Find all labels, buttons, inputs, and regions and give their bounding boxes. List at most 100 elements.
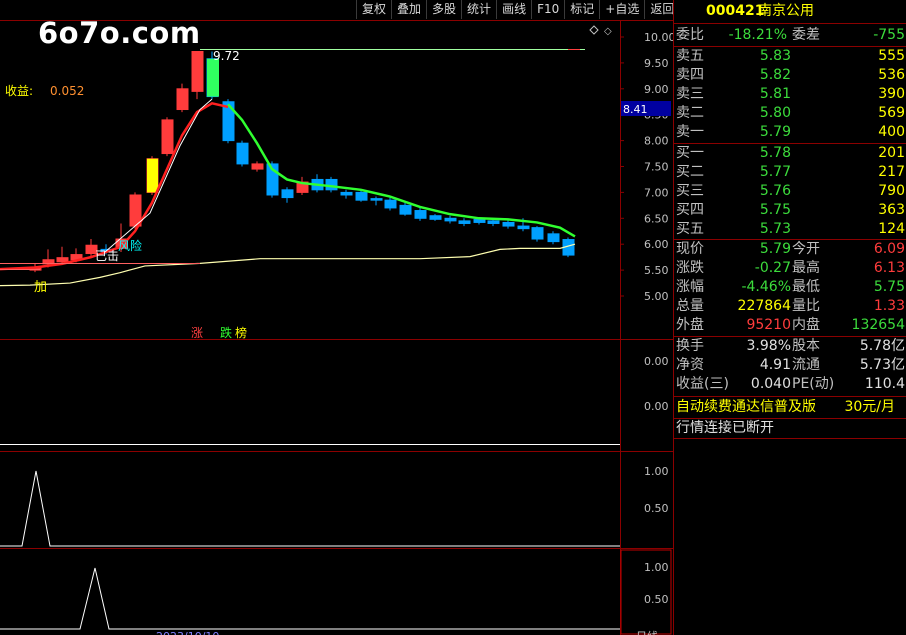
sell-price: 5.81 <box>759 86 791 102</box>
toolbar-button-add-favorite[interactable]: +自选 <box>599 0 644 19</box>
sell-volume: 390 <box>878 86 905 102</box>
buy-row[interactable]: 买一 5.78 201 <box>674 144 906 163</box>
candle-body <box>547 233 560 243</box>
candle-body <box>236 142 249 165</box>
buy-row[interactable]: 买三 5.76 790 <box>674 182 906 201</box>
quote-label: 今开 <box>792 241 820 257</box>
sell-row[interactable]: 卖二 5.80 569 <box>674 104 906 123</box>
toolbar-button-fuquan[interactable]: 复权 <box>356 0 391 19</box>
sell-level-label: 卖三 <box>676 86 704 102</box>
buy-level-label: 买五 <box>676 221 704 237</box>
sub3-signal-line <box>0 567 620 630</box>
buy-volume: 124 <box>878 221 905 237</box>
quote-row: 涨跌 -0.27 最高 6.13 <box>674 259 906 278</box>
fin-value: 4.91 <box>759 357 791 373</box>
buy-volume: 201 <box>878 145 905 161</box>
sell-volume: 400 <box>878 124 905 140</box>
candle-body <box>517 225 530 230</box>
fin-row: 换手 3.98% 股本 5.78亿 <box>674 337 906 356</box>
stock-name: 南京公用 <box>758 3 814 19</box>
candle-body <box>340 191 353 196</box>
weibi-label: 委比 <box>676 27 704 43</box>
list-tag: 榜 <box>235 325 247 340</box>
candle-body <box>355 191 368 201</box>
candle-body <box>502 221 515 227</box>
buy-row[interactable]: 买二 5.77 217 <box>674 163 906 182</box>
income-label: 收益: <box>5 84 33 98</box>
candle-body <box>399 204 412 215</box>
candle-body <box>384 199 397 209</box>
quote-value: 6.13 <box>873 260 905 276</box>
fin-value: 3.98% <box>746 338 791 354</box>
buy-volume: 217 <box>878 164 905 180</box>
period-label: 日线 <box>636 629 658 635</box>
sell-price: 5.83 <box>759 48 791 64</box>
quote-row: 总量 227864 量比 1.33 <box>674 297 906 316</box>
sell-level-label: 卖二 <box>676 105 704 121</box>
candle-body <box>473 218 486 223</box>
notice-text[interactable]: 自动续费通达信普及版 <box>676 398 816 417</box>
fin-value: 5.73亿 <box>859 357 905 373</box>
sell-price: 5.79 <box>759 124 791 140</box>
fin-value: 5.78亿 <box>859 338 905 354</box>
toolbar-button-mark[interactable]: 标记 <box>564 0 599 19</box>
buy-level-label: 买二 <box>676 164 704 180</box>
fin-value: 110.4 <box>864 376 905 392</box>
quote-label: 内盘 <box>792 317 820 333</box>
toolbar-button-statistics[interactable]: 统计 <box>461 0 496 19</box>
stock-header: 000421 南京公用 <box>674 2 906 21</box>
quote-label: 涨幅 <box>676 279 704 295</box>
weicha-value: -755 <box>873 27 905 43</box>
sub1-tick-label: 0.00 <box>644 400 669 413</box>
sell-volume: 555 <box>878 48 905 64</box>
sell-row[interactable]: 卖四 5.82 536 <box>674 66 906 85</box>
candle-body <box>191 51 204 92</box>
toolbar-button-f10[interactable]: F10 <box>531 0 564 19</box>
fall-tag: 跌 <box>220 325 232 340</box>
quote-label: 涨跌 <box>676 260 704 276</box>
sell-volume: 569 <box>878 105 905 121</box>
notice-row[interactable]: 自动续费通达信普及版 30元/月 <box>674 398 906 417</box>
y-tick-label: 5.50 <box>644 264 669 277</box>
y-tick-label: 9.50 <box>644 57 669 70</box>
candle-body <box>56 257 69 263</box>
y-tick-label: 7.50 <box>644 161 669 174</box>
connection-status: 行情连接已断开 <box>676 420 774 436</box>
buy-row[interactable]: 买四 5.75 363 <box>674 201 906 220</box>
high-price-label: 9.72 <box>213 49 240 63</box>
fin-label: 净资 <box>676 357 704 373</box>
sub2-tick-label: 1.00 <box>644 465 669 478</box>
diamond-icon <box>589 25 599 35</box>
quote-value: 95210 <box>746 317 791 333</box>
sell-row[interactable]: 卖五 5.83 555 <box>674 47 906 66</box>
sub3-tick-label: 0.50 <box>644 593 669 606</box>
sell-row[interactable]: 卖一 5.79 400 <box>674 123 906 142</box>
buy-row[interactable]: 买五 5.73 124 <box>674 220 906 239</box>
sell-level-label: 卖四 <box>676 67 704 83</box>
candle-body <box>531 227 544 240</box>
candle-body <box>281 189 294 199</box>
toolbar-button-multi-stock[interactable]: 多股 <box>426 0 461 19</box>
quote-row: 涨幅 -4.46% 最低 5.75 <box>674 278 906 297</box>
toolbar-button-overlay[interactable]: 叠加 <box>391 0 426 19</box>
quote-label: 总量 <box>676 298 704 314</box>
quote-value: 1.33 <box>873 298 905 314</box>
y-tick-label: 8.00 <box>644 135 669 148</box>
buy-volume: 363 <box>878 202 905 218</box>
buy-price: 5.77 <box>759 164 791 180</box>
toolbar-button-draw-line[interactable]: 画线 <box>496 0 531 19</box>
income-value: 0.052 <box>50 84 84 98</box>
sell-row[interactable]: 卖三 5.81 390 <box>674 85 906 104</box>
fin-label: 股本 <box>792 338 820 354</box>
quote-row: 现价 5.79 今开 6.09 <box>674 240 906 259</box>
highlight-candle <box>147 158 158 193</box>
kline-chart[interactable]: 10.009.509.008.508.007.507.006.506.005.5… <box>0 0 673 635</box>
quote-label: 现价 <box>676 241 704 257</box>
weibi-row: 委比 -18.21% 委差 -755 <box>674 26 906 45</box>
y-tick-label: 9.00 <box>644 83 669 96</box>
quote-label: 最高 <box>792 260 820 276</box>
watermark-logo: 6o7o.com <box>38 16 201 50</box>
quote-value: 5.79 <box>759 241 791 257</box>
notice-price[interactable]: 30元/月 <box>844 398 895 417</box>
candle-body <box>414 210 427 219</box>
